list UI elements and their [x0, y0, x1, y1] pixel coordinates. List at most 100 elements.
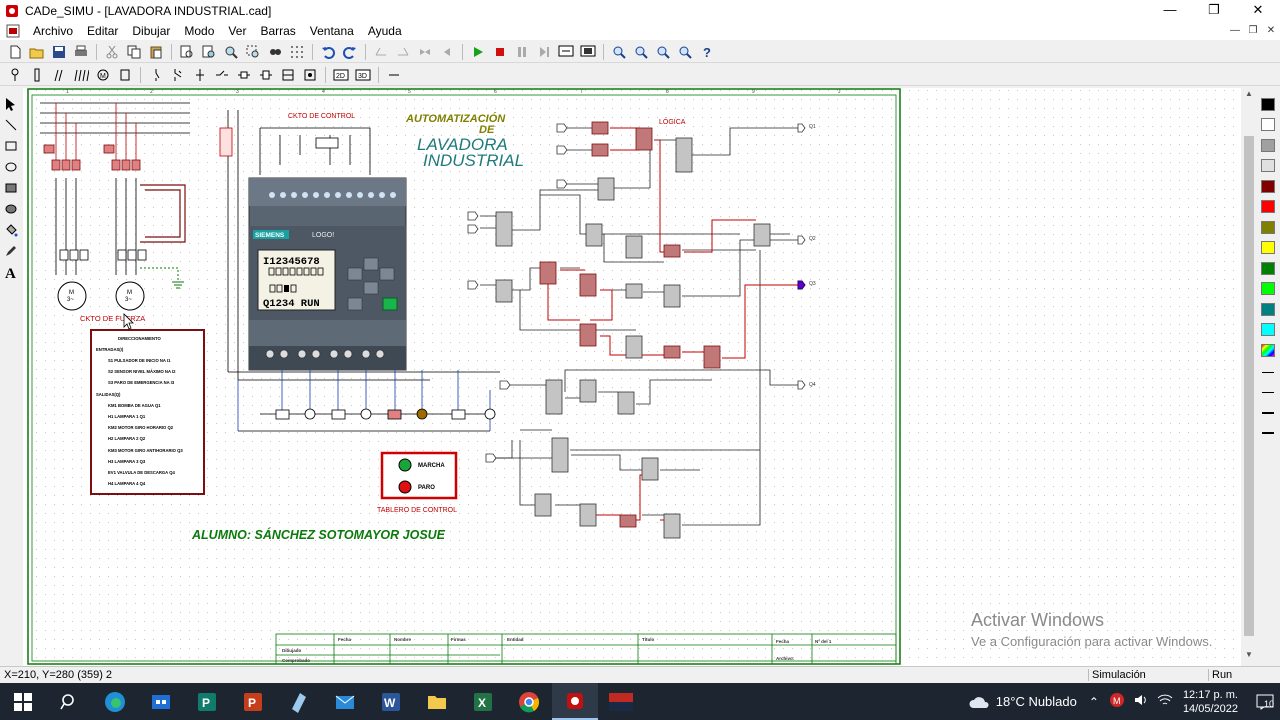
rotate-right-icon[interactable] [392, 42, 414, 62]
network-icon[interactable] [1157, 692, 1173, 711]
notifications-icon[interactable]: 10 [1250, 683, 1280, 720]
mail-icon[interactable] [322, 683, 368, 720]
mdi-close-button[interactable]: ✕ [1262, 21, 1280, 40]
color-swatch-green[interactable] [1261, 262, 1275, 275]
color-swatch-teal[interactable] [1261, 303, 1275, 316]
zoom-in-icon[interactable] [608, 42, 630, 62]
coil-icon[interactable] [233, 65, 255, 85]
pause-icon[interactable] [511, 42, 533, 62]
motor-icon[interactable]: M [92, 65, 114, 85]
weather-widget[interactable]: 18°C Nublado [968, 694, 1077, 710]
paste-icon[interactable] [145, 42, 167, 62]
color-swatch-yellow[interactable] [1261, 241, 1275, 254]
folder-icon[interactable] [414, 683, 460, 720]
select-arrow-icon[interactable] [0, 94, 22, 114]
chrome-icon[interactable] [506, 683, 552, 720]
scroll-up-icon[interactable]: ▲ [1241, 89, 1257, 103]
new-file-icon[interactable] [4, 42, 26, 62]
color-swatch-olive[interactable] [1261, 221, 1275, 234]
line-width-3-icon[interactable] [1262, 412, 1274, 414]
minimize-button[interactable]: — [1148, 0, 1192, 21]
menu-ventana[interactable]: Ventana [303, 24, 361, 38]
contact-nc-icon[interactable] [167, 65, 189, 85]
mirror-icon[interactable] [414, 42, 436, 62]
menu-ver[interactable]: Ver [221, 24, 253, 38]
menu-ayuda[interactable]: Ayuda [361, 24, 409, 38]
publisher-icon[interactable]: P [184, 683, 230, 720]
stop-icon[interactable] [489, 42, 511, 62]
excel-icon[interactable]: X [460, 683, 506, 720]
close-button[interactable]: ✕ [1236, 0, 1280, 21]
ellipse-icon[interactable] [0, 157, 22, 177]
cadesimu-taskbar-icon[interactable] [552, 683, 598, 720]
line-draw-icon[interactable] [0, 115, 22, 135]
run-icon[interactable] [467, 42, 489, 62]
color-swatch-red[interactable] [1261, 200, 1275, 213]
text-tool-icon[interactable]: A [0, 262, 22, 282]
mdi-restore-button[interactable]: ❐ [1244, 21, 1262, 40]
undo-icon[interactable] [317, 42, 339, 62]
cut-icon[interactable] [101, 42, 123, 62]
zoom-page-icon[interactable] [176, 42, 198, 62]
color-swatch-white[interactable] [1261, 118, 1275, 131]
timer-icon[interactable] [255, 65, 277, 85]
power-supply-icon[interactable] [4, 65, 26, 85]
meet-now-icon[interactable]: M [1109, 692, 1125, 711]
pushbutton-icon[interactable] [189, 65, 211, 85]
notes-icon[interactable] [276, 683, 322, 720]
fill-bucket-icon[interactable] [0, 220, 22, 240]
grid-icon[interactable] [286, 42, 308, 62]
rectangle-icon[interactable] [0, 136, 22, 156]
volume-icon[interactable] [1133, 692, 1149, 711]
filled-ellipse-icon[interactable] [0, 199, 22, 219]
zoom-window-icon[interactable] [198, 42, 220, 62]
tray-chevron-icon[interactable]: ⌃ [1089, 695, 1099, 709]
color-swatch-black[interactable] [1261, 98, 1275, 111]
clock[interactable]: 12:17 p. m. 14/05/2022 [1183, 688, 1238, 716]
rotate-left-icon[interactable] [370, 42, 392, 62]
zoom-area-icon[interactable] [242, 42, 264, 62]
menu-dibujar[interactable]: Dibujar [125, 24, 177, 38]
copy-icon[interactable] [123, 42, 145, 62]
color-swatch-cyan[interactable] [1261, 323, 1275, 336]
color-swatch-light-gray[interactable] [1261, 159, 1275, 172]
line-width-4-icon[interactable] [1262, 432, 1274, 434]
start-button[interactable] [0, 683, 46, 720]
voicemeeter-icon[interactable] [598, 683, 644, 720]
logo-io-icon[interactable]: 2D [330, 65, 352, 85]
restore-button[interactable]: ❐ [1192, 0, 1236, 21]
custom-color-icon[interactable] [1261, 344, 1275, 357]
disconnector-icon[interactable] [48, 65, 70, 85]
menu-archivo[interactable]: Archivo [26, 24, 80, 38]
drawing-canvas[interactable]: 1234 5678 9J M 3~ M 3~ CKTO DE FUERZA CKTO… [23, 88, 1242, 666]
menu-modo[interactable]: Modo [177, 24, 221, 38]
monitor2-icon[interactable] [577, 42, 599, 62]
save-icon[interactable] [48, 42, 70, 62]
zoom-all-icon[interactable] [652, 42, 674, 62]
search-icon[interactable] [46, 683, 92, 720]
breaker-icon[interactable] [70, 65, 92, 85]
step-icon[interactable] [533, 42, 555, 62]
line-width-1-icon[interactable] [1262, 372, 1274, 373]
filled-rectangle-icon[interactable] [0, 178, 22, 198]
mdi-minimize-button[interactable]: — [1226, 21, 1244, 40]
edge-icon[interactable] [92, 683, 138, 720]
powerpoint-icon[interactable]: P [230, 683, 276, 720]
line-tool-icon[interactable] [383, 65, 405, 85]
scroll-down-icon[interactable]: ▼ [1241, 650, 1257, 664]
redo-icon[interactable] [339, 42, 361, 62]
relay-icon[interactable] [277, 65, 299, 85]
vertical-scrollbar[interactable]: ▲ ▼ [1241, 88, 1257, 666]
zoom-icon[interactable] [220, 42, 242, 62]
color-swatch-lime[interactable] [1261, 282, 1275, 295]
zoom-fit-icon[interactable] [674, 42, 696, 62]
word-icon[interactable]: W [368, 683, 414, 720]
file-explorer-icon[interactable] [138, 683, 184, 720]
open-folder-icon[interactable] [26, 42, 48, 62]
color-swatch-gray[interactable] [1261, 139, 1275, 152]
print-icon[interactable] [70, 42, 92, 62]
pen-color-icon[interactable] [0, 241, 22, 261]
menu-editar[interactable]: Editar [80, 24, 125, 38]
menu-barras[interactable]: Barras [253, 24, 302, 38]
logo-io2-icon[interactable]: 3D [352, 65, 374, 85]
